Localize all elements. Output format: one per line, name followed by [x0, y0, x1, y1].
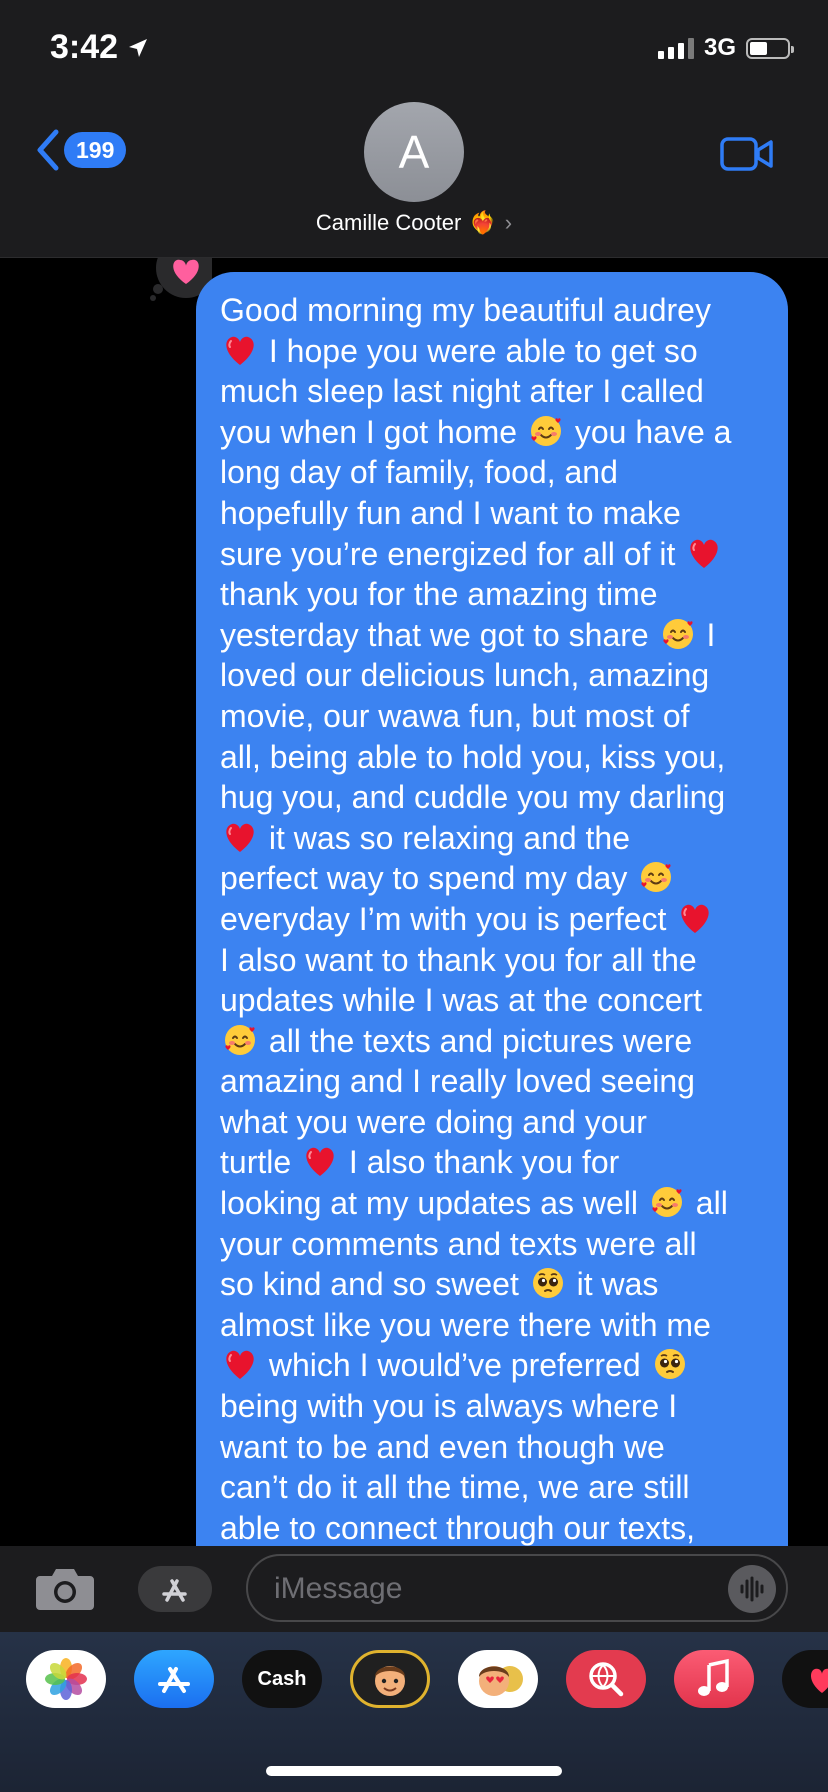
message-thread[interactable]: Good morning my beautiful audrey I hope … — [0, 258, 828, 1546]
back-button[interactable]: 199 — [32, 128, 127, 172]
message-line: updates while I was at the concert — [220, 982, 703, 1019]
message-line: almost like you were there with me — [220, 1306, 711, 1343]
message-line: sure you’re energized for all of it — [220, 534, 764, 575]
compose-bar — [0, 1546, 828, 1632]
audio-message-button[interactable] — [728, 1565, 776, 1613]
avatar-initial: A — [398, 126, 430, 178]
message-line: amazing and I really loved seeing — [220, 1063, 695, 1100]
photos-app-button[interactable] — [26, 1650, 106, 1708]
message-line: much sleep last night after I called — [220, 373, 704, 410]
digital-touch-icon — [811, 1668, 828, 1693]
red-heart-emoji — [222, 819, 258, 855]
red-heart-emoji — [677, 900, 713, 936]
message-line: hopefully fun and I want to make — [220, 494, 681, 531]
cellular-signal-icon — [657, 37, 694, 59]
message-field-container[interactable] — [246, 1554, 788, 1622]
music-button[interactable] — [674, 1650, 754, 1708]
app-drawer-button[interactable] — [138, 1566, 212, 1612]
network-label: 3G — [703, 34, 736, 61]
pleading-face-emoji — [530, 1265, 566, 1301]
camera-button[interactable] — [34, 1564, 96, 1617]
smiling-face-with-hearts-emoji — [222, 1022, 258, 1058]
app-store-button[interactable] — [134, 1650, 214, 1708]
photos-app-icon — [45, 1658, 87, 1700]
conversation-header: 3:42 3G 199 A Camille Cooter ❤️‍🔥 › — [0, 0, 828, 258]
message-line: thank you for the amazing time — [220, 576, 658, 613]
message-line: yesterday that we got to share I — [220, 616, 716, 653]
memoji-stickers-button[interactable] — [458, 1650, 538, 1708]
image-search-button[interactable] — [566, 1650, 646, 1708]
message-input[interactable] — [272, 1556, 696, 1622]
message-line: movie, our wawa fun, but most of — [220, 697, 690, 734]
smiling-face-with-hearts-emoji — [638, 859, 674, 895]
apple-cash-icon: Cash — [258, 1668, 307, 1691]
memoji-icon — [375, 1666, 405, 1696]
memoji-button[interactable] — [350, 1650, 430, 1708]
battery-icon — [746, 37, 794, 59]
sent-message-bubble[interactable]: Good morning my beautiful audrey I hope … — [196, 272, 788, 1546]
message-line: perfect way to spend my day — [220, 858, 764, 899]
message-line: what you were doing and your — [220, 1103, 647, 1140]
message-line: can’t do it all the time, we are still — [220, 1469, 690, 1506]
message-line: it was so relaxing and the — [220, 818, 764, 859]
message-line: all, being able to hold you, kiss you, — [220, 738, 726, 775]
chevron-right-icon: › — [504, 210, 513, 235]
smiling-face-with-hearts-emoji — [528, 413, 564, 449]
facetime-video-button[interactable] — [720, 136, 774, 177]
message-line: I also want to thank you for all the — [220, 941, 697, 978]
app-store-a-icon — [162, 1579, 187, 1602]
heart-on-fire-emoji: ❤️‍🔥 — [469, 210, 497, 235]
message-line: which I would’ve preferred — [220, 1345, 764, 1386]
message-line: loved our delicious lunch, amazing — [220, 657, 710, 694]
digital-touch-button[interactable] — [782, 1650, 828, 1708]
contact-avatar[interactable]: A — [364, 102, 464, 202]
red-heart-emoji — [222, 1346, 258, 1382]
smiling-face-with-hearts-emoji — [660, 616, 696, 652]
red-heart-emoji — [686, 535, 722, 571]
chevron-left-icon — [37, 129, 59, 171]
message-line: Good morning my beautiful audrey — [220, 292, 711, 328]
message-line: I hope you were able to get so — [220, 331, 764, 372]
contact-name-button[interactable]: Camille Cooter ❤️‍🔥 › — [0, 210, 828, 236]
memoji-stickers-icon — [479, 1666, 523, 1696]
waveform-icon — [740, 1576, 764, 1602]
music-note-icon — [698, 1658, 729, 1696]
smiling-face-with-hearts-emoji — [649, 1184, 685, 1220]
message-line: long day of family, food, and — [220, 454, 618, 491]
red-heart-emoji — [302, 1143, 338, 1179]
image-search-icon — [589, 1662, 624, 1697]
home-indicator[interactable] — [266, 1766, 562, 1776]
message-line: being with you is always where I — [220, 1388, 678, 1425]
apple-cash-label: Cash — [257, 1667, 307, 1690]
apple-cash-button[interactable]: Cash — [242, 1650, 322, 1708]
message-line: hug you, and cuddle you my darling — [220, 779, 726, 816]
message-line: you when I got home you have a — [220, 413, 732, 450]
message-text: Good morning my beautiful audrey I hope … — [220, 290, 764, 1546]
video-camera-icon — [720, 137, 773, 171]
pleading-face-emoji — [652, 1346, 688, 1382]
message-line: looking at my updates as well all — [220, 1184, 728, 1222]
message-line: so kind and so sweet it was — [220, 1265, 659, 1303]
message-line: everyday I’m with you is perfect — [220, 899, 764, 940]
message-line: turtle I also thank you for — [220, 1143, 620, 1181]
app-store-icon — [158, 1667, 190, 1693]
status-indicators: 3G — [657, 34, 794, 62]
contact-name: Camille Cooter — [315, 210, 462, 235]
camera-icon — [36, 1569, 94, 1610]
message-line: all the texts and pictures were — [220, 1021, 764, 1062]
status-time: 3:42 — [50, 28, 150, 67]
unread-count-badge: 199 — [64, 132, 127, 168]
message-line: your comments and texts were all — [220, 1225, 697, 1262]
message-line: able to connect through our texts, — [220, 1509, 695, 1546]
location-arrow-icon — [129, 38, 148, 57]
message-line: want to be and even though we — [220, 1428, 665, 1465]
red-heart-emoji — [222, 332, 258, 368]
time-label: 3:42 — [50, 28, 119, 66]
